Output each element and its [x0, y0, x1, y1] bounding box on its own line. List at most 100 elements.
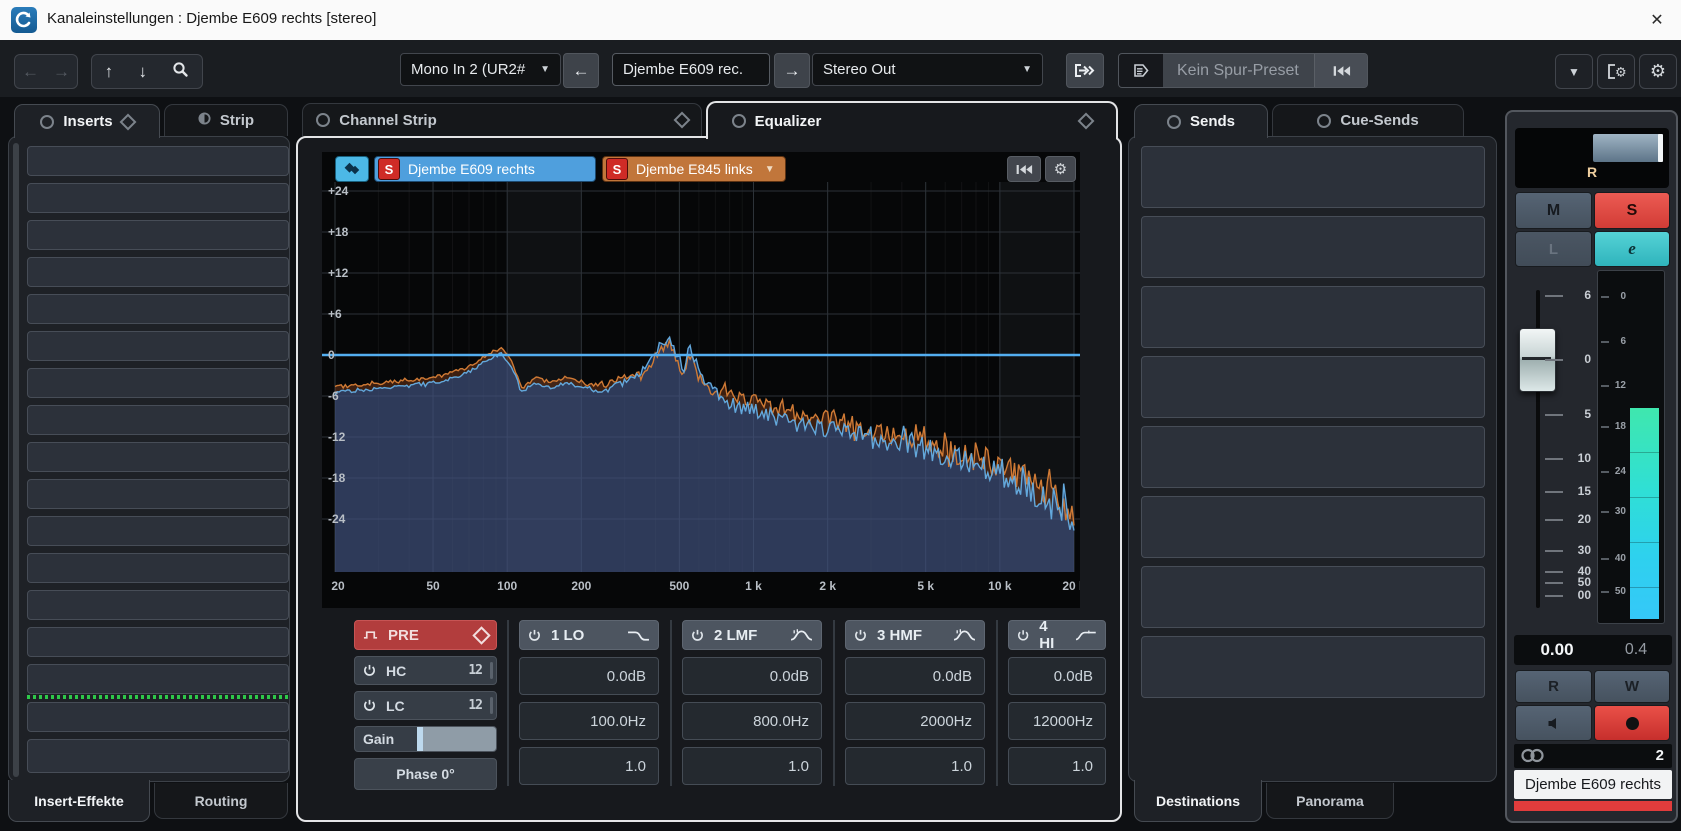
- eq-band-freq-field[interactable]: 800.0Hz: [682, 702, 822, 740]
- insert-slot[interactable]: [27, 479, 289, 509]
- insert-slot[interactable]: [27, 442, 289, 472]
- tab-strip[interactable]: Strip: [164, 104, 288, 136]
- insert-slot[interactable]: [27, 405, 289, 435]
- power-icon[interactable]: [691, 629, 704, 642]
- eq-curve-a-selector[interactable]: S Djembe E609 rechts: [374, 156, 596, 182]
- eq-settings-button[interactable]: ⚙: [1045, 156, 1076, 182]
- filter-type-icon[interactable]: [953, 628, 976, 642]
- solo-icon[interactable]: S: [606, 158, 628, 180]
- eq-pre-header[interactable]: PRE: [354, 620, 497, 650]
- eq-display[interactable]: +24+18+12+60-6-12-18-2420501002005001 k2…: [322, 152, 1080, 608]
- edit-button[interactable]: e: [1594, 231, 1670, 267]
- insert-slot[interactable]: [27, 146, 289, 176]
- preset-reset-button[interactable]: [1314, 54, 1367, 87]
- eq-band-header[interactable]: 3 HMF: [845, 620, 985, 650]
- eq-phase-button[interactable]: Phase 0°: [354, 758, 497, 790]
- write-automation-button[interactable]: W: [1594, 670, 1670, 703]
- insert-slot[interactable]: [27, 664, 289, 694]
- eq-band-q-field[interactable]: 1.0: [1008, 747, 1106, 785]
- direct-routing-button[interactable]: [1066, 53, 1104, 88]
- prev-channel-icon[interactable]: ↑: [105, 62, 114, 82]
- lc-slope-handle[interactable]: [490, 697, 493, 714]
- filter-type-icon[interactable]: [627, 628, 650, 642]
- solo-button[interactable]: S: [1594, 192, 1670, 229]
- setup-window-button[interactable]: ⚙: [1597, 54, 1635, 89]
- eq-band-freq-field[interactable]: 100.0Hz: [519, 702, 659, 740]
- bypass-circle-icon[interactable]: [316, 113, 330, 127]
- eq-curve-b-selector[interactable]: S Djembe E845 links ▼: [602, 156, 786, 182]
- input-routing-select[interactable]: Mono In 2 (UR2# ▼: [400, 53, 561, 86]
- tab-routing[interactable]: Routing: [154, 783, 288, 819]
- listen-button[interactable]: L: [1515, 231, 1592, 267]
- tab-insert-effekte[interactable]: Insert-Effekte: [8, 780, 150, 822]
- eq-band-freq-field[interactable]: 12000Hz: [1008, 702, 1106, 740]
- insert-slot[interactable]: [27, 590, 289, 620]
- output-routing-select[interactable]: Stereo Out ▼: [812, 53, 1043, 86]
- power-icon[interactable]: [528, 629, 541, 642]
- power-icon[interactable]: [1017, 629, 1029, 642]
- search-icon[interactable]: [172, 61, 189, 83]
- settings-button[interactable]: ⚙: [1639, 54, 1677, 89]
- pan-control[interactable]: R: [1515, 128, 1669, 188]
- mute-button[interactable]: M: [1515, 192, 1592, 229]
- solo-icon[interactable]: S: [378, 158, 400, 180]
- send-slot[interactable]: [1141, 566, 1485, 628]
- tab-cue-sends[interactable]: Cue-Sends: [1272, 104, 1464, 136]
- fader-value[interactable]: 0.00: [1514, 640, 1600, 660]
- tab-destinations[interactable]: Destinations: [1134, 780, 1262, 822]
- insert-slot[interactable]: [27, 183, 289, 213]
- goto-input-button[interactable]: ←: [563, 53, 599, 88]
- eq-band-gain-field[interactable]: 0.0dB: [519, 657, 659, 695]
- tab-equalizer[interactable]: Equalizer: [706, 101, 1118, 139]
- eq-band-q-field[interactable]: 1.0: [682, 747, 822, 785]
- eq-band-header[interactable]: 1 LO: [519, 620, 659, 650]
- insert-slot[interactable]: [27, 331, 289, 361]
- channel-name-field[interactable]: Djembe E609 rec.: [612, 53, 770, 86]
- insert-slot[interactable]: [27, 627, 289, 657]
- eq-lc-row[interactable]: LC 12: [354, 691, 497, 720]
- eq-band-freq-field[interactable]: 2000Hz: [845, 702, 985, 740]
- insert-slot[interactable]: [27, 739, 289, 773]
- insert-slot[interactable]: [27, 516, 289, 546]
- layout-dropdown-button[interactable]: ▼: [1555, 54, 1593, 89]
- goto-output-button[interactable]: →: [774, 53, 810, 88]
- bypass-circle-icon[interactable]: [40, 115, 54, 129]
- send-slot[interactable]: [1141, 216, 1485, 278]
- forward-icon[interactable]: →: [53, 62, 70, 82]
- inserts-scrollbar[interactable]: [13, 143, 19, 777]
- monitor-button[interactable]: [1515, 705, 1592, 741]
- close-button[interactable]: ✕: [1640, 6, 1674, 34]
- eq-gain-slider[interactable]: Gain: [354, 726, 497, 752]
- bypass-circle-icon[interactable]: [1317, 114, 1331, 128]
- pan-handle[interactable]: [1658, 134, 1663, 162]
- tab-channel-strip[interactable]: Channel Strip: [302, 103, 702, 136]
- eq-band-header[interactable]: 2 LMF: [682, 620, 822, 650]
- insert-slot[interactable]: [27, 257, 289, 287]
- send-slot[interactable]: [1141, 636, 1485, 698]
- insert-slot[interactable]: [27, 294, 289, 324]
- peak-value[interactable]: 0.4: [1606, 641, 1666, 659]
- power-icon[interactable]: [854, 629, 867, 642]
- eq-band-q-field[interactable]: 1.0: [519, 747, 659, 785]
- record-enable-button[interactable]: [1594, 705, 1670, 741]
- hc-slope-handle[interactable]: [490, 662, 493, 679]
- bypass-circle-icon[interactable]: [732, 114, 746, 128]
- send-slot[interactable]: [1141, 146, 1485, 208]
- send-slot[interactable]: [1141, 496, 1485, 558]
- tab-panorama[interactable]: Panorama: [1266, 783, 1394, 819]
- eq-band-gain-field[interactable]: 0.0dB: [1008, 657, 1106, 695]
- send-slot[interactable]: [1141, 426, 1485, 488]
- eq-compare-button[interactable]: [335, 156, 369, 182]
- channel-name-label[interactable]: Djembe E609 rechts: [1514, 770, 1672, 799]
- filter-type-icon[interactable]: [790, 628, 813, 642]
- next-channel-icon[interactable]: ↓: [138, 62, 147, 82]
- insert-slot[interactable]: [27, 553, 289, 583]
- eq-reset-button[interactable]: [1007, 156, 1041, 182]
- tab-inserts[interactable]: Inserts: [14, 104, 160, 138]
- send-slot[interactable]: [1141, 286, 1485, 348]
- bypass-circle-icon[interactable]: [1167, 115, 1181, 129]
- insert-slot[interactable]: [27, 368, 289, 398]
- send-slot[interactable]: [1141, 356, 1485, 418]
- insert-slot[interactable]: [27, 702, 289, 732]
- insert-slot[interactable]: [27, 220, 289, 250]
